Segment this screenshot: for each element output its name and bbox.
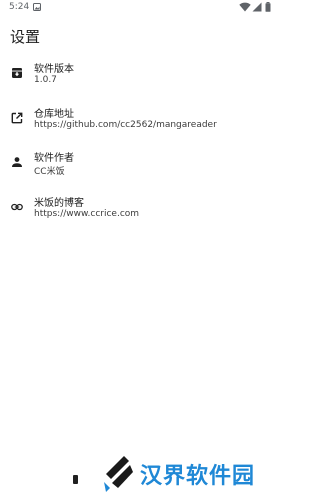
page-title: 设置 [10,28,41,46]
link-icon [11,203,23,211]
settings-item-value: 1.0.7 [34,75,57,85]
settings-item-label: 软件作者 [34,153,74,164]
image-notification-icon [33,3,41,11]
settings-item-label: 米饭的博客 [34,198,84,209]
settings-item-value: CC米饭 [34,167,65,177]
settings-item-label: 仓库地址 [34,109,74,120]
brand-text: 汉界软件园 [140,464,256,489]
status-time: 5:24 [9,2,30,12]
brand-logo-icon [104,456,133,492]
archive-icon [12,68,22,78]
signal-icon [252,2,262,12]
settings-item-author[interactable]: 软件作者 CC米饭 [0,149,281,183]
settings-item-value: https://www.ccrice.com [34,209,140,219]
settings-item-version[interactable]: 软件版本 1.0.7 [0,60,281,94]
settings-item-blog[interactable]: 米饭的博客 https://www.ccrice.com [0,194,281,228]
wifi-icon [239,2,251,12]
open-in-new-icon [11,112,23,124]
settings-item-label: 软件版本 [34,64,74,75]
status-icons [239,2,273,12]
person-icon [12,157,22,167]
watermark: 汉界软件园 [0,448,281,500]
phone-icon [73,475,78,484]
settings-item-value: https://github.com/cc2562/mangareader [34,120,217,130]
battery-icon [265,2,271,12]
status-bar: 5:24 [0,0,281,16]
settings-item-repository[interactable]: 仓库地址 https://github.com/cc2562/mangaread… [0,105,281,139]
